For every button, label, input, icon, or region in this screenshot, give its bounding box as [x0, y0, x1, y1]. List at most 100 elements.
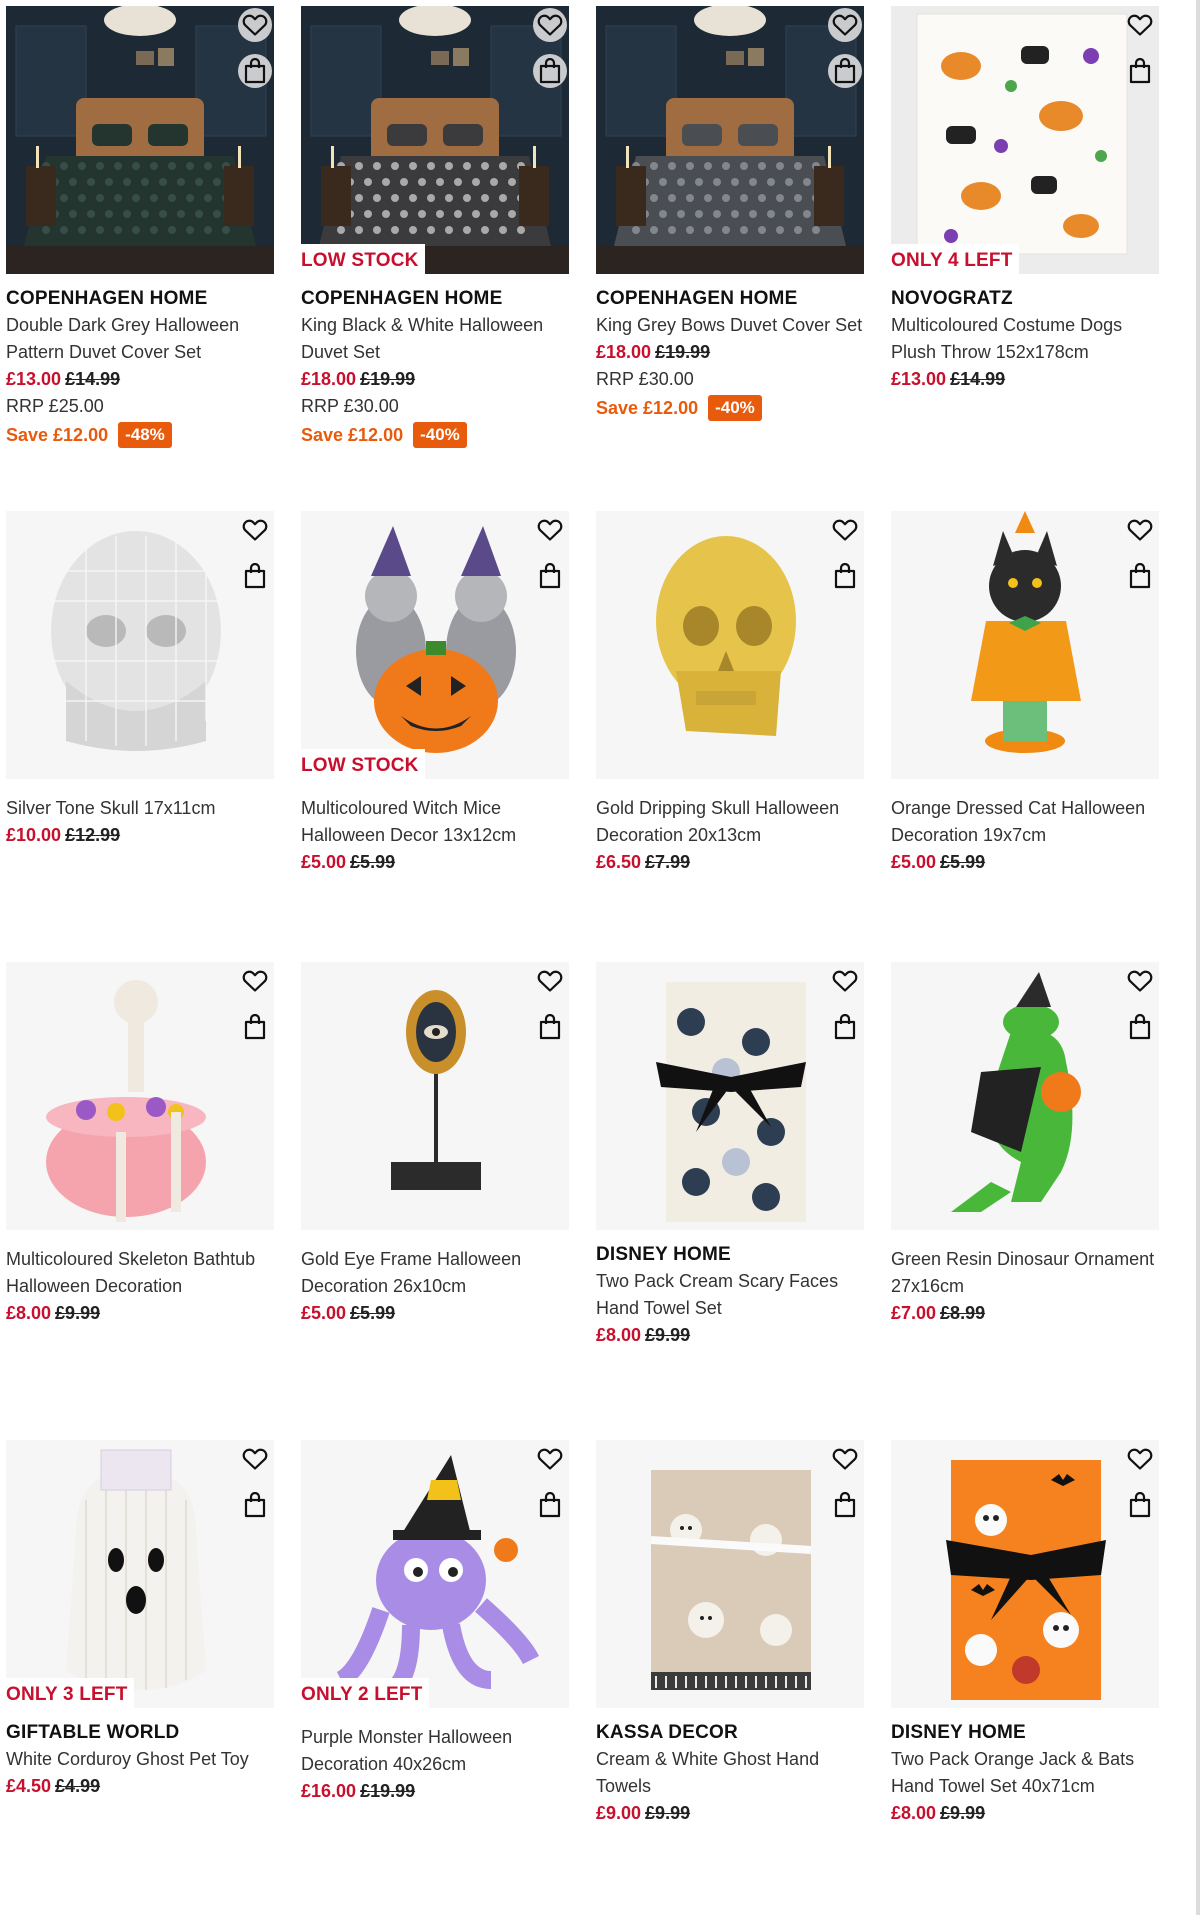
product-card[interactable]: ONLY 4 LEFT NOVOGRATZ Multicoloured Costum…: [891, 6, 1159, 393]
add-to-wishlist-button[interactable]: [1123, 8, 1157, 42]
add-to-wishlist-button[interactable]: [1123, 513, 1157, 547]
price-row: £10.00 £12.99: [6, 822, 274, 849]
product-brand[interactable]: DISNEY HOME: [596, 1242, 864, 1268]
product-title[interactable]: White Corduroy Ghost Pet Toy: [6, 1746, 274, 1773]
product-title[interactable]: Purple Monster Halloween Decoration 40x2…: [301, 1724, 569, 1778]
product-card[interactable]: Silver Tone Skull 17x11cm £10.00 £12.99: [6, 511, 274, 849]
product-image-container[interactable]: [596, 6, 864, 274]
product-brand[interactable]: DISNEY HOME: [891, 1720, 1159, 1746]
product-card[interactable]: KASSA DECOR Cream & White Ghost Hand Towe…: [596, 1440, 864, 1827]
product-title[interactable]: Double Dark Grey Halloween Pattern Duvet…: [6, 312, 274, 366]
product-card[interactable]: DISNEY HOME Two Pack Orange Jack & Bats H…: [891, 1440, 1159, 1827]
product-card[interactable]: LOW STOCK COPENHAGEN HOME King Black & Whi…: [301, 6, 569, 449]
scrollbar[interactable]: [1196, 0, 1200, 1915]
add-to-wishlist-button[interactable]: [828, 513, 862, 547]
add-to-wishlist-button[interactable]: [828, 964, 862, 998]
product-title[interactable]: Orange Dressed Cat Halloween Decoration …: [891, 795, 1159, 849]
product-card[interactable]: Orange Dressed Cat Halloween Decoration …: [891, 511, 1159, 876]
product-brand[interactable]: KASSA DECOR: [596, 1720, 864, 1746]
add-to-wishlist-button[interactable]: [533, 1442, 567, 1476]
product-title[interactable]: King Grey Bows Duvet Cover Set: [596, 312, 864, 339]
product-image-container[interactable]: ONLY 4 LEFT: [891, 6, 1159, 274]
product-card[interactable]: Green Resin Dinosaur Ornament 27x16cm £7.…: [891, 962, 1159, 1327]
add-to-wishlist-button[interactable]: [1123, 1442, 1157, 1476]
product-image-container[interactable]: LOW STOCK: [301, 511, 569, 779]
add-to-wishlist-button[interactable]: [533, 964, 567, 998]
product-image-container[interactable]: [891, 962, 1159, 1230]
product-image-container[interactable]: LOW STOCK: [301, 6, 569, 274]
add-to-bag-button[interactable]: [1123, 54, 1157, 88]
add-to-bag-button[interactable]: [533, 1010, 567, 1044]
shopping-bag-icon: [834, 1014, 856, 1040]
add-to-bag-button[interactable]: [828, 559, 862, 593]
product-image-container[interactable]: [596, 962, 864, 1230]
product-title[interactable]: Cream & White Ghost Hand Towels: [596, 1746, 864, 1800]
add-to-bag-button[interactable]: [533, 54, 567, 88]
product-image-container[interactable]: ONLY 3 LEFT: [6, 1440, 274, 1708]
product-title[interactable]: Gold Eye Frame Halloween Decoration 26x1…: [301, 1246, 569, 1300]
product-card[interactable]: DISNEY HOME Two Pack Cream Scary Faces Ha…: [596, 962, 864, 1349]
add-to-bag-button[interactable]: [238, 1488, 272, 1522]
add-to-wishlist-button[interactable]: [238, 1442, 272, 1476]
product-image-container[interactable]: [6, 962, 274, 1230]
product-image-container[interactable]: [301, 962, 569, 1230]
product-card[interactable]: COPENHAGEN HOME Double Dark Grey Hallowee…: [6, 6, 274, 449]
product-card[interactable]: LOW STOCK Multicoloured Witch Mice Hallow…: [301, 511, 569, 876]
product-image-container[interactable]: ONLY 2 LEFT: [301, 1440, 569, 1708]
product-card[interactable]: ONLY 2 LEFT Purple Monster Halloween Deco…: [301, 1440, 569, 1805]
product-title[interactable]: Multicoloured Skeleton Bathtub Halloween…: [6, 1246, 274, 1300]
product-title[interactable]: Multicoloured Costume Dogs Plush Throw 1…: [891, 312, 1159, 366]
add-to-wishlist-button[interactable]: [533, 513, 567, 547]
add-to-bag-button[interactable]: [828, 54, 862, 88]
product-title[interactable]: Two Pack Orange Jack & Bats Hand Towel S…: [891, 1746, 1159, 1800]
add-to-bag-button[interactable]: [828, 1010, 862, 1044]
add-to-wishlist-button[interactable]: [238, 8, 272, 42]
product-card[interactable]: Gold Eye Frame Halloween Decoration 26x1…: [301, 962, 569, 1327]
previous-price: £4.99: [55, 1776, 101, 1796]
heart-icon: [1127, 1448, 1153, 1470]
product-image-container[interactable]: [891, 511, 1159, 779]
product-card[interactable]: COPENHAGEN HOME King Grey Bows Duvet Cove…: [596, 6, 864, 422]
product-image-container[interactable]: [596, 511, 864, 779]
previous-price: £14.99: [950, 369, 1006, 389]
product-brand[interactable]: NOVOGRATZ: [891, 286, 1159, 312]
add-to-wishlist-button[interactable]: [1123, 964, 1157, 998]
product-brand[interactable]: GIFTABLE WORLD: [6, 1720, 274, 1746]
product-title[interactable]: Green Resin Dinosaur Ornament 27x16cm: [891, 1246, 1159, 1300]
product-title[interactable]: Silver Tone Skull 17x11cm: [6, 795, 274, 822]
product-title[interactable]: Two Pack Cream Scary Faces Hand Towel Se…: [596, 1268, 864, 1322]
add-to-bag-button[interactable]: [1123, 559, 1157, 593]
add-to-wishlist-button[interactable]: [828, 8, 862, 42]
add-to-bag-button[interactable]: [238, 1010, 272, 1044]
add-to-bag-button[interactable]: [238, 559, 272, 593]
add-to-bag-button[interactable]: [828, 1488, 862, 1522]
heart-icon: [832, 970, 858, 992]
add-to-wishlist-button[interactable]: [828, 1442, 862, 1476]
price-row: £13.00 £14.99: [891, 366, 1159, 393]
product-card[interactable]: Multicoloured Skeleton Bathtub Halloween…: [6, 962, 274, 1327]
product-title[interactable]: King Black & White Halloween Duvet Set: [301, 312, 569, 366]
shopping-bag-icon: [834, 563, 856, 589]
product-image-container[interactable]: [6, 511, 274, 779]
product-image-container[interactable]: [6, 6, 274, 274]
product-title[interactable]: Gold Dripping Skull Halloween Decoration…: [596, 795, 864, 849]
current-price: £7.00: [891, 1303, 937, 1323]
product-card[interactable]: Gold Dripping Skull Halloween Decoration…: [596, 511, 864, 876]
product-brand[interactable]: COPENHAGEN HOME: [596, 286, 864, 312]
product-image-container[interactable]: [596, 1440, 864, 1708]
add-to-wishlist-button[interactable]: [238, 513, 272, 547]
add-to-wishlist-button[interactable]: [533, 8, 567, 42]
add-to-bag-button[interactable]: [533, 1488, 567, 1522]
add-to-wishlist-button[interactable]: [238, 964, 272, 998]
product-brand[interactable]: COPENHAGEN HOME: [301, 286, 569, 312]
add-to-bag-button[interactable]: [533, 559, 567, 593]
add-to-bag-button[interactable]: [1123, 1010, 1157, 1044]
add-to-bag-button[interactable]: [1123, 1488, 1157, 1522]
product-brand[interactable]: COPENHAGEN HOME: [6, 286, 274, 312]
current-price: £8.00: [596, 1325, 642, 1345]
savings-row: Save £12.00 -48%: [6, 421, 274, 449]
product-title[interactable]: Multicoloured Witch Mice Halloween Decor…: [301, 795, 569, 849]
product-card[interactable]: ONLY 3 LEFT GIFTABLE WORLD White Corduroy …: [6, 1440, 274, 1800]
product-image-container[interactable]: [891, 1440, 1159, 1708]
add-to-bag-button[interactable]: [238, 54, 272, 88]
